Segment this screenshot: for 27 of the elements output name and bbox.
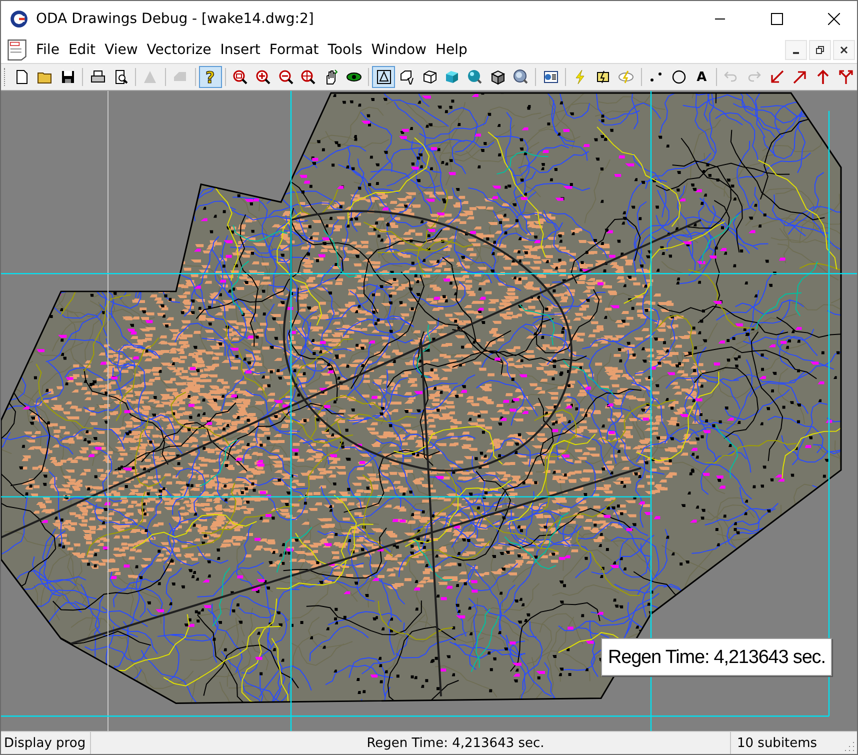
minimize-button[interactable] xyxy=(785,40,807,60)
resize-grip-icon xyxy=(843,740,855,752)
menu-item[interactable]: Window xyxy=(369,40,432,60)
minimize-icon xyxy=(793,52,799,54)
maximize-icon xyxy=(771,12,783,24)
menu-item[interactable]: Edit xyxy=(66,40,102,60)
document-icon xyxy=(6,38,28,60)
menu-item[interactable]: Format xyxy=(267,40,325,60)
menu-item[interactable]: Vectorize xyxy=(144,40,218,60)
window-title: ODA Drawings Debug - [wake14.dwg:2] xyxy=(36,10,314,26)
close-icon xyxy=(828,12,840,24)
menu-item[interactable]: View xyxy=(102,40,144,60)
close-icon xyxy=(840,46,848,54)
restore-button[interactable] xyxy=(809,40,831,60)
menu-item[interactable]: Tools xyxy=(326,40,368,60)
status-text: Display prog xyxy=(1,732,91,754)
status-text: 10 subitems xyxy=(736,734,818,752)
restore-icon xyxy=(816,46,824,54)
close-button[interactable] xyxy=(833,40,855,60)
ring-logo-icon xyxy=(10,10,28,28)
wireframe-2d-icon[interactable] xyxy=(372,66,396,88)
text-button[interactable]: A xyxy=(690,66,714,88)
regen-time-label: Regen Time: 4,213643 sec. xyxy=(601,638,832,676)
menu-item[interactable]: Insert xyxy=(218,40,266,60)
menu-item[interactable]: File xyxy=(34,40,66,60)
status-text: Regen Time: 4,213643 sec. xyxy=(91,732,731,754)
menu-item[interactable]: Help xyxy=(433,40,474,60)
